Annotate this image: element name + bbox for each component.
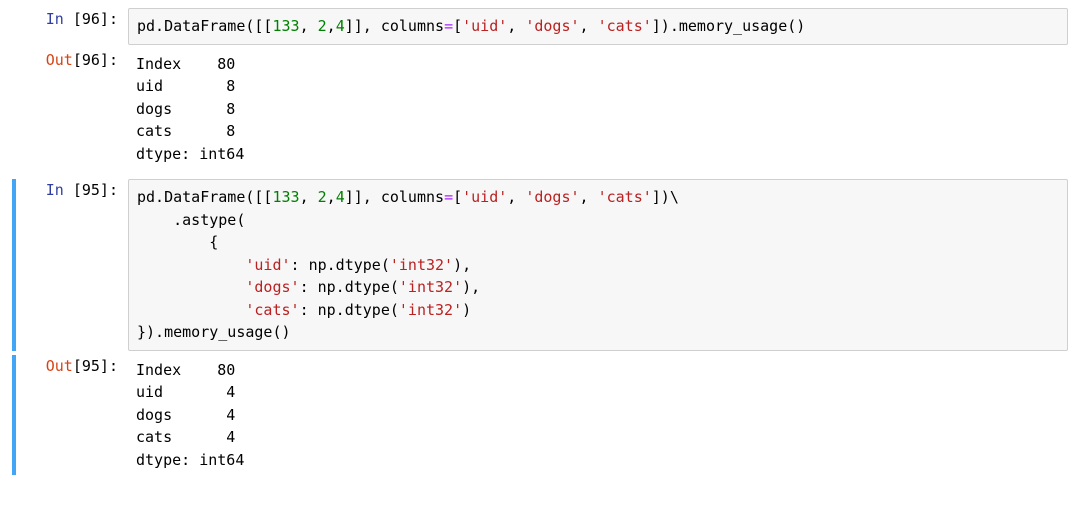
code-number: 4 [336, 17, 345, 35]
code-text: , [300, 17, 318, 35]
code-text: { [137, 233, 218, 251]
code-text: ), [462, 278, 480, 296]
code-text: : np.dtype( [291, 256, 390, 274]
output-prompt: Out[96]: [18, 49, 128, 72]
code-string: 'cats' [598, 188, 652, 206]
input-prompt: In [96]: [18, 8, 128, 31]
code-number: 2 [318, 17, 327, 35]
code-text: ) [462, 301, 471, 319]
code-text: pd.DataFrame([[ [137, 17, 272, 35]
code-text: , [327, 17, 336, 35]
code-string: 'dogs' [245, 278, 299, 296]
input-prompt: In [95]: [18, 179, 128, 202]
output-cell-96: Out[96]: Index 80 uid 8 dogs 8 cats 8 dt… [12, 49, 1068, 170]
code-text: [ [453, 17, 462, 35]
code-text: .astype( [137, 211, 245, 229]
code-text: , [507, 188, 525, 206]
code-string: 'dogs' [525, 188, 579, 206]
code-text: ), [453, 256, 471, 274]
code-string: 'dogs' [525, 17, 579, 35]
output-text: Index 80 uid 4 dogs 4 cats 4 dtype: int6… [128, 355, 1068, 476]
code-input[interactable]: pd.DataFrame([[133, 2,4]], columns=['uid… [128, 179, 1068, 351]
output-cell-95: Out[95]: Index 80 uid 4 dogs 4 cats 4 dt… [12, 355, 1068, 476]
code-text: [ [453, 188, 462, 206]
code-number: 4 [336, 188, 345, 206]
input-cell-96: In [96]: pd.DataFrame([[133, 2,4]], colu… [12, 8, 1068, 45]
code-text: : np.dtype( [300, 278, 399, 296]
out-label: Out [46, 357, 73, 375]
code-string: 'uid' [462, 188, 507, 206]
in-label: In [46, 10, 73, 28]
code-text: , [327, 188, 336, 206]
output-text: Index 80 uid 8 dogs 8 cats 8 dtype: int6… [128, 49, 1068, 170]
in-number: [95]: [73, 181, 118, 199]
code-number: 133 [272, 188, 299, 206]
in-label: In [46, 181, 73, 199]
code-string: 'uid' [245, 256, 290, 274]
out-number: [95]: [73, 357, 118, 375]
code-text: , [580, 17, 598, 35]
code-number: 133 [272, 17, 299, 35]
code-string: 'int32' [399, 278, 462, 296]
out-number: [96]: [73, 51, 118, 69]
code-text [137, 301, 245, 319]
code-text: ]], columns [345, 17, 444, 35]
code-op: = [444, 188, 453, 206]
code-text: ]], columns [345, 188, 444, 206]
input-cell-95: In [95]: pd.DataFrame([[133, 2,4]], colu… [12, 179, 1068, 351]
code-string: 'int32' [390, 256, 453, 274]
output-prompt: Out[95]: [18, 355, 128, 378]
code-text: : np.dtype( [300, 301, 399, 319]
code-text [137, 256, 245, 274]
in-number: [96]: [73, 10, 118, 28]
code-string: 'uid' [462, 17, 507, 35]
code-text: pd.DataFrame([[ [137, 188, 272, 206]
code-text: ]).memory_usage() [652, 17, 806, 35]
code-text: , [507, 17, 525, 35]
code-string: 'cats' [598, 17, 652, 35]
code-op: = [444, 17, 453, 35]
code-string: 'int32' [399, 301, 462, 319]
out-label: Out [46, 51, 73, 69]
code-text: ])\ [652, 188, 679, 206]
code-text [137, 278, 245, 296]
code-string: 'cats' [245, 301, 299, 319]
code-number: 2 [318, 188, 327, 206]
code-text: }).memory_usage() [137, 323, 291, 341]
code-text: , [580, 188, 598, 206]
code-text: , [300, 188, 318, 206]
code-input[interactable]: pd.DataFrame([[133, 2,4]], columns=['uid… [128, 8, 1068, 45]
